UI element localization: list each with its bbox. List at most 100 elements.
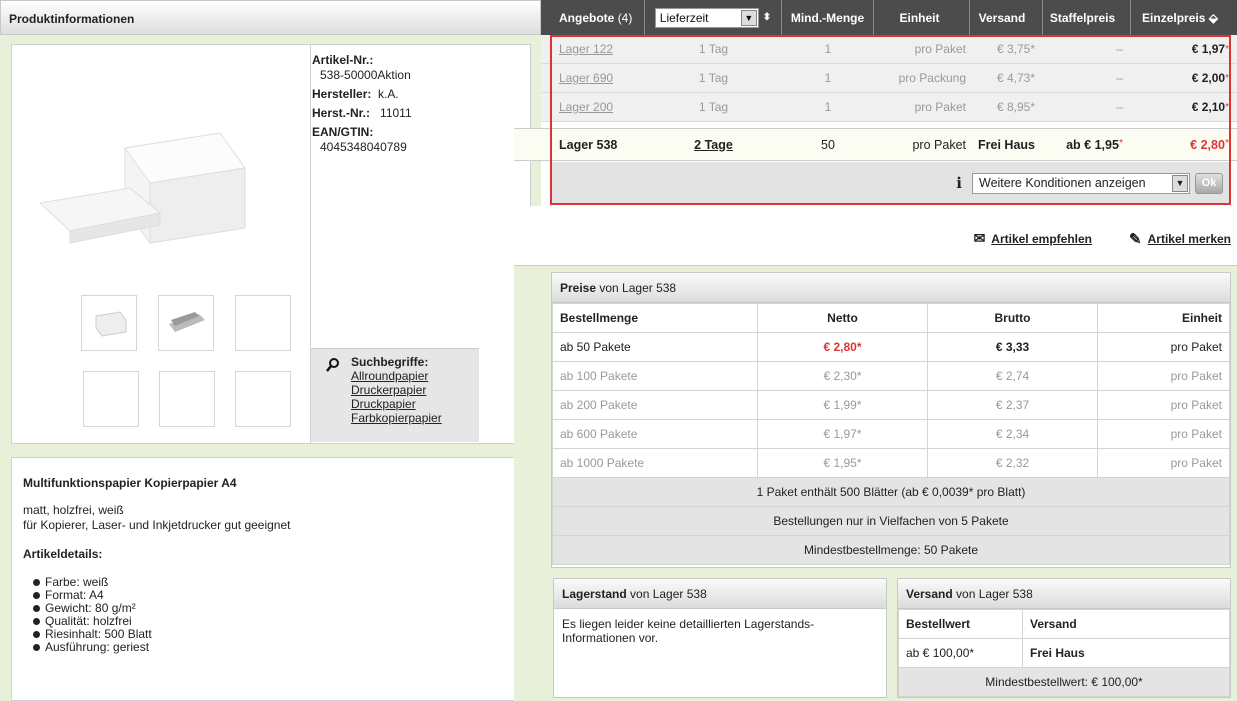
table-row: ab 50 Pakete € 2,80* € 3,33 pro Paket <box>552 332 1230 362</box>
min-order-note: Mindestbestellwert: € 100,00* <box>898 667 1230 697</box>
preis-cell: € 2,10 * <box>1131 93 1237 122</box>
cell: ab € 100,00* <box>898 638 1023 668</box>
price-star: * <box>1118 137 1123 149</box>
note-row: Bestellungen nur in Vielfachen von 5 Pak… <box>552 506 1230 536</box>
cell: € 2,74 <box>927 361 1098 391</box>
prices-title-rest: von Lager 538 <box>599 281 677 295</box>
header-netto: Netto <box>757 303 928 333</box>
preis-value: € 2,00 <box>1191 71 1226 85</box>
preis-cell: € 2,00 * <box>1131 64 1237 93</box>
table-row[interactable]: Lager 690 1 Tag 1 pro Packung € 4,73* – … <box>541 64 1237 93</box>
thumbnail-2[interactable] <box>158 295 214 351</box>
sort-icon[interactable]: ⬍ <box>763 12 771 23</box>
cell: ab 200 Pakete <box>552 390 758 420</box>
thumbnail-1[interactable] <box>81 295 137 351</box>
thumbnail-5[interactable] <box>159 371 215 427</box>
header-versand: Versand <box>1022 609 1230 639</box>
selected-offer-row[interactable]: Lager 538 2 Tage 50 pro Paket Frei Haus … <box>514 128 1237 161</box>
lager-link[interactable]: Lager 690 <box>559 71 613 85</box>
col-einzelpreis[interactable]: Einzelpreis ⬙ <box>1131 0 1237 35</box>
thumbnail-6[interactable] <box>235 371 291 427</box>
ok-button[interactable]: Ok <box>1195 172 1223 194</box>
chevron-down-icon: ▼ <box>740 9 757 26</box>
cell: € 2,30* <box>757 361 928 391</box>
cell: € 1,99* <box>757 390 928 420</box>
cell: € 2,34 <box>927 419 1098 449</box>
col-versand[interactable]: Versand <box>970 0 1043 35</box>
col-staffelpreis[interactable]: Staffelpreis <box>1043 0 1131 35</box>
thumbnail-3[interactable] <box>235 295 291 351</box>
selected-preis-value: € 2,80 <box>1190 137 1225 152</box>
prices-title-bold: Preise <box>560 281 597 295</box>
cell: pro Paket <box>1097 390 1230 420</box>
cell: € 2,32 <box>927 448 1098 478</box>
lieferzeit-select[interactable]: Lieferzeit ▼ <box>654 7 759 28</box>
prices-title: Preise von Lager 538 <box>552 273 1230 303</box>
prices-panel: Preise von Lager 538 Bestellmenge Netto … <box>551 272 1231 568</box>
prices-table: Bestellmenge Netto Brutto Einheit ab 50 … <box>552 303 1230 565</box>
lager-link[interactable]: Lager 122 <box>559 42 613 56</box>
staffel-value: ab € 1,95 <box>1066 137 1119 152</box>
stock-title: Lagerstand von Lager 538 <box>554 579 886 609</box>
shipping-title-rest: von Lager 538 <box>956 587 1033 601</box>
price-star: * <box>1224 137 1229 149</box>
angebote-count: (4) <box>617 10 633 25</box>
stock-title-rest: von Lager 538 <box>630 587 707 601</box>
note-row: Mindestbestellmenge: 50 Pakete <box>552 535 1230 565</box>
cell: € 1,97* <box>757 419 928 449</box>
cell: pro Paket <box>1097 419 1230 449</box>
chevron-down-icon: ▼ <box>1172 174 1188 192</box>
herstnr-label: Herst.-Nr.: <box>312 106 371 120</box>
preis-value: € 2,10 <box>1191 100 1226 114</box>
header-brutto: Brutto <box>927 303 1098 333</box>
col-mindmenge[interactable]: Mind.-Menge <box>782 0 874 35</box>
cell: pro Paket <box>1097 332 1230 362</box>
table-row[interactable]: Lager 122 1 Tag 1 pro Paket € 3,75* – € … <box>541 35 1237 64</box>
staffel-cell: – <box>1116 100 1123 114</box>
cell: ab 1000 Pakete <box>552 448 758 478</box>
menge-cell: 1 <box>824 42 832 56</box>
price-star: * <box>1225 72 1229 84</box>
conditions-select[interactable]: Weitere Konditionen anzeigen ▼ <box>972 172 1190 194</box>
shipping-table: Bestellwert Versand ab € 100,00* Frei Ha… <box>898 609 1230 697</box>
header-bestellmenge: Bestellmenge <box>552 303 758 333</box>
table-row: ab 1000 Pakete € 1,95* € 2,32 pro Paket <box>552 448 1230 478</box>
search-terms-box: Suchbegriffe: Allroundpapier Druckerpapi… <box>311 348 479 442</box>
product-image[interactable] <box>30 63 310 313</box>
header-einheit: Einheit <box>1097 303 1230 333</box>
note-row: 1 Paket enthält 500 Blätter (ab € 0,0039… <box>552 477 1230 507</box>
col-angebote[interactable]: Angebote (4) <box>541 0 645 35</box>
lieferzeit-cell: 1 Tag <box>698 71 729 85</box>
stock-text: Es liegen leider keine detaillierten Lag… <box>562 617 815 645</box>
search-terms-title: Suchbegriffe: <box>351 355 429 369</box>
col-lieferzeit: Lieferzeit ▼ ⬍ <box>645 0 782 35</box>
recommend-link[interactable]: Artikel empfehlen <box>991 232 1092 246</box>
watch-link[interactable]: Artikel merken <box>1148 232 1231 246</box>
shipping-panel: Versand von Lager 538 Bestellwert Versan… <box>897 578 1231 698</box>
ean-value: 4045348040789 <box>320 140 407 154</box>
search-term-link[interactable]: Druckerpapier <box>351 383 426 397</box>
einheit-cell: pro Paket <box>914 42 966 56</box>
artnr-value: 538-50000Aktion <box>320 68 411 82</box>
lager-link[interactable]: Lager 200 <box>559 100 613 114</box>
cell: Frei Haus <box>1022 638 1230 668</box>
search-term-link[interactable]: Farbkopierpapier <box>351 411 442 425</box>
pencil-icon: ✎ <box>1129 231 1142 248</box>
thumbnail-4[interactable] <box>83 371 139 427</box>
search-term-link[interactable]: Allroundpapier <box>351 369 428 383</box>
header-bestellwert: Bestellwert <box>898 609 1023 639</box>
hersteller-label: Hersteller: <box>312 87 372 101</box>
details-list: Farbe: weiß Format: A4 Gewicht: 80 g/m² … <box>23 576 519 654</box>
cell: ab 600 Pakete <box>552 419 758 449</box>
action-links: ✉ Artikel empfehlen ✎ Artikel merken <box>514 206 1237 266</box>
table-row[interactable]: Lager 200 1 Tag 1 pro Paket € 8,95* – € … <box>541 93 1237 122</box>
stock-panel: Lagerstand von Lager 538 Es liegen leide… <box>553 578 887 698</box>
offers-header: Angebote (4) Lieferzeit ▼ ⬍ Mind.-Menge … <box>541 0 1237 35</box>
cell: ab 50 Pakete <box>552 332 758 362</box>
info-icon[interactable]: ℹ <box>956 174 962 192</box>
lieferzeit-link[interactable]: 2 Tage <box>694 138 733 152</box>
col-einheit[interactable]: Einheit <box>874 0 970 35</box>
details-title: Artikeldetails: <box>23 547 103 561</box>
menge-cell: 1 <box>824 71 832 85</box>
search-term-link[interactable]: Druckpapier <box>351 397 416 411</box>
